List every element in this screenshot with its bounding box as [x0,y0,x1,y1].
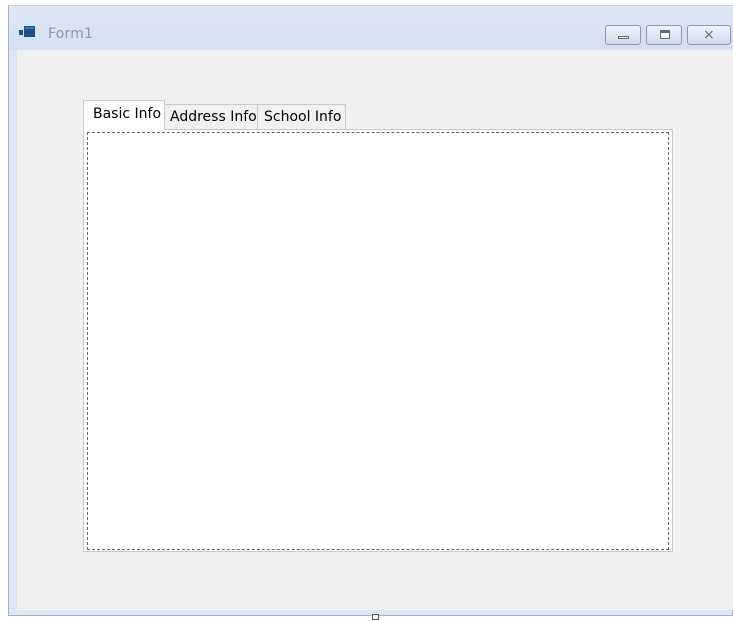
tab-basic-info[interactable]: Basic Info [83,100,165,130]
form-client-area: Basic Info Address Info School Info [17,50,733,610]
maximize-button[interactable] [646,25,682,45]
window-title: Form1 [48,26,94,42]
minimize-button[interactable] [605,25,641,45]
tab-page-basic-info[interactable] [83,129,673,552]
form-window: Form1 ⨯ Basic Info Address Info School I… [8,5,733,616]
title-bar[interactable]: Form1 ⨯ [9,6,733,50]
minimize-icon [618,36,629,39]
tab-label: School Info [264,109,342,125]
tab-school-info[interactable]: School Info [258,104,346,130]
resize-handle[interactable] [372,614,379,620]
tab-label: Basic Info [93,106,162,122]
design-selection-outline [87,132,669,550]
tab-address-info[interactable]: Address Info [165,104,258,130]
close-button[interactable]: ⨯ [687,25,731,45]
maximize-icon [660,30,670,39]
tab-label: Address Info [170,109,257,125]
close-icon: ⨯ [703,27,715,43]
form-app-icon [19,26,35,37]
